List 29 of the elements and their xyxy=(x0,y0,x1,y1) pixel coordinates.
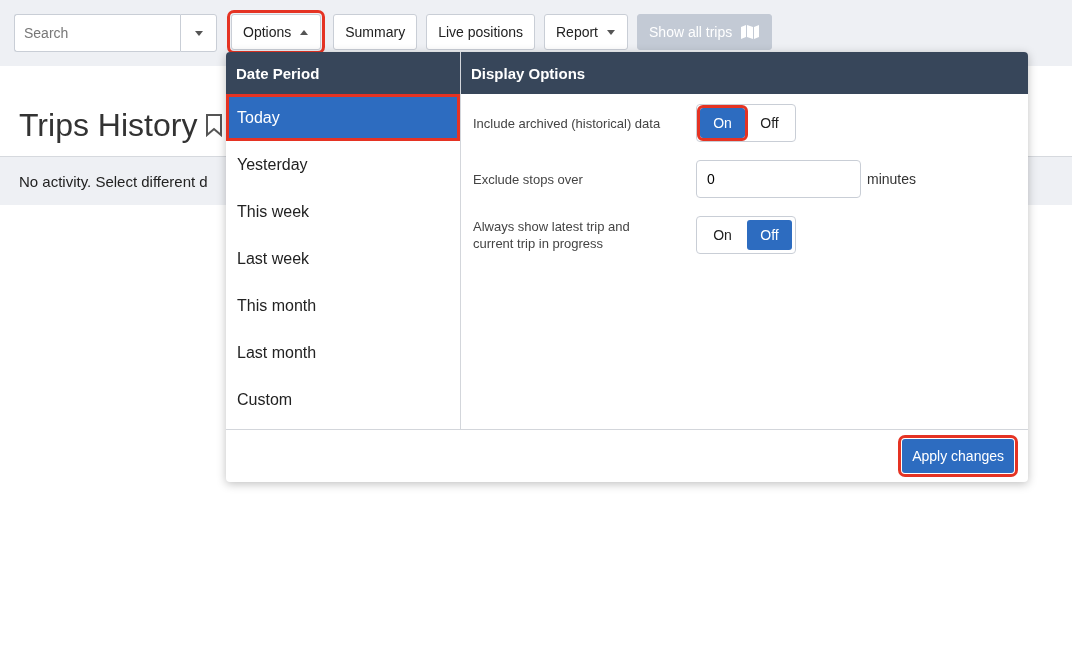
column-header: Date Period xyxy=(226,52,460,94)
toggle-option[interactable]: On xyxy=(700,108,745,138)
option-label: Exclude stops over xyxy=(473,170,584,188)
date-period-item[interactable]: Last month xyxy=(226,329,460,376)
date-period-item[interactable]: Today xyxy=(226,94,460,141)
date-period-item[interactable]: Custom xyxy=(226,376,460,423)
caret-icon xyxy=(606,28,616,36)
search-field[interactable]: Search xyxy=(14,14,180,52)
toggle-option[interactable]: Off xyxy=(747,108,792,138)
number-input[interactable]: 0 xyxy=(696,160,861,198)
toolbar-button[interactable]: Summary xyxy=(333,14,418,50)
bookmark-icon[interactable] xyxy=(205,113,224,137)
toolbar-button[interactable]: Live positions xyxy=(426,14,535,50)
status-message: No activity. Select different d xyxy=(19,172,208,190)
option-label: Include archived (historical) data xyxy=(473,114,662,132)
unit-label: minutes xyxy=(867,171,917,187)
column-header: Display Options xyxy=(461,52,1028,94)
map-icon xyxy=(740,24,761,40)
toggle-option[interactable]: Off xyxy=(747,220,792,250)
caret-icon xyxy=(299,28,310,36)
page-title: Trips History xyxy=(19,106,198,144)
caret-icon xyxy=(193,29,204,37)
date-period-item[interactable]: Yesterday xyxy=(226,141,460,188)
toggle-option[interactable]: On xyxy=(700,220,745,250)
option-label: Always show latest trip and current trip in progress xyxy=(473,218,631,252)
date-period-item[interactable]: This month xyxy=(226,282,460,329)
toolbar-button[interactable]: Report xyxy=(544,14,628,50)
date-period-item[interactable]: Last week xyxy=(226,235,460,282)
date-period-item[interactable]: This week xyxy=(226,188,460,235)
